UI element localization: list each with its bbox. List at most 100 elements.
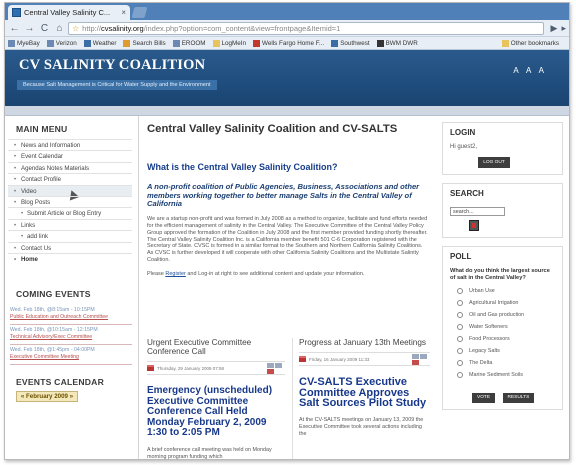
globe-icon [8, 39, 15, 47]
vote-button[interactable]: VOTE [472, 392, 496, 403]
bookmark-item[interactable]: Southwest [331, 39, 370, 47]
reload-button[interactable]: C [38, 22, 51, 35]
event-date: Wed. Feb 18th, @10:15am - 12:15PM [10, 327, 98, 334]
radio-button[interactable] [457, 299, 463, 306]
tab-close-icon[interactable]: × [121, 8, 126, 17]
results-button[interactable]: RESULTS [502, 392, 535, 403]
article-body: A brief conference call meeting was held… [147, 446, 272, 460]
coming-events-list: Wed. Feb 18th, @8:15am - 10:15PM Public … [5, 305, 138, 366]
radio-button[interactable] [457, 359, 463, 366]
menu-item-agendas[interactable]: Agendas Notes Materials [8, 161, 132, 174]
radio-button[interactable] [457, 323, 463, 330]
bookmark-item[interactable]: Weather [83, 39, 116, 47]
pdf-icon[interactable] [267, 369, 274, 374]
poll-option[interactable]: Agricultural Irrigation [450, 299, 556, 307]
event-link[interactable]: Technical Advisory/Exec Committee [10, 334, 132, 341]
font-size-controls[interactable]: A A A [513, 66, 547, 75]
print-icon[interactable] [267, 363, 274, 368]
event-link[interactable]: Executive Committee Meeting [10, 354, 132, 361]
radio-button[interactable] [457, 287, 463, 294]
bookmark-item[interactable]: LogMeIn [212, 39, 246, 47]
bookmarks-bar: MyeBay Verizon Weather Search Bills EROO… [5, 37, 569, 50]
right-sidebar: LOGIN Hi guest2, LOG OUT SEARCH search..… [442, 116, 563, 459]
event-item: Wed. Feb 18th, @1:45pm - 04:00PM Executi… [10, 345, 132, 366]
search-icon [123, 39, 131, 47]
bookmark-item[interactable]: Wells Fargo Home F... [253, 39, 324, 47]
section-heading: What is the Central Valley Salinity Coal… [147, 162, 338, 172]
address-toolbar: ← → C ⌂ ☆ http:// cvsalinity.org /index.… [5, 20, 569, 37]
article-title[interactable]: Urgent Executive Committee Conference Ca… [147, 338, 285, 356]
menu-item-event-calendar[interactable]: Event Calendar [8, 150, 132, 163]
browser-window: Central Valley Salinity C... × ← → C ⌂ ☆… [4, 2, 570, 460]
menu-item-contact-us[interactable]: Contact Us [8, 241, 132, 254]
site-title[interactable]: CV SALINITY COALITION [19, 57, 205, 74]
url-path: /index.php?option=com_content&view=front… [143, 23, 341, 33]
event-link[interactable]: Public Education and Outreach Committee [10, 314, 132, 321]
bookmark-star-icon[interactable]: ☆ [72, 23, 79, 34]
poll-option[interactable]: Urban Use [450, 287, 556, 295]
article-card: Progress at January 13th Meetings Friday… [292, 338, 430, 459]
folder-icon [212, 39, 220, 47]
menu-item-news[interactable]: News and Information [8, 139, 132, 151]
browser-tab[interactable]: Central Valley Salinity C... × [8, 5, 130, 20]
menu-item-home[interactable]: Home [8, 252, 132, 265]
poll-module: POLL What do you think the largest sourc… [442, 246, 563, 410]
article-title[interactable]: Progress at January 13th Meetings [299, 338, 430, 347]
article-meta: Friday, 16 January 2009 11:33 [299, 352, 430, 366]
page-title: Central Valley Salinity Coalition and CV… [147, 123, 398, 135]
bookmark-item[interactable]: Verizon [46, 39, 77, 47]
pdf-icon[interactable] [412, 360, 419, 365]
coming-events-title: COMING EVENTS [16, 289, 91, 300]
email-icon[interactable] [420, 354, 427, 359]
tools-menu-icon[interactable]: ▸ [561, 23, 566, 34]
article-meta: Thursday, 29 January 2009 07:58 [147, 361, 285, 375]
event-item: Wed. Feb 18th, @10:15am - 12:15PM Techni… [10, 325, 132, 346]
logout-button[interactable]: LOG OUT [478, 157, 510, 168]
menu-item-contact-profile[interactable]: Contact Profile [8, 173, 132, 186]
intro-paragraph: We are a startup non-profit and was form… [147, 215, 428, 264]
menu-item-submit-article[interactable]: Submit Article or Blog Entry [8, 207, 132, 220]
menu-item-blog-posts[interactable]: Blog Posts [8, 195, 132, 208]
menu-item-video[interactable]: Video [8, 184, 132, 201]
event-date: Wed. Feb 18th, @1:45pm - 04:00PM [10, 347, 95, 354]
poll-option[interactable]: Water Softeners [450, 323, 556, 331]
register-link[interactable]: Register [165, 271, 185, 277]
email-icon[interactable] [275, 363, 282, 368]
url-domain: cvsalinity.org [100, 23, 144, 33]
bookmark-item[interactable]: BWM DWR [376, 39, 418, 47]
poll-option[interactable]: Oil and Gas production [450, 311, 556, 319]
menu-item-links[interactable]: Links [8, 218, 132, 231]
main-content: Central Valley Salinity Coalition and CV… [147, 116, 430, 460]
search-input[interactable]: search... [450, 207, 505, 216]
bookmark-item[interactable]: EROOM [172, 39, 206, 47]
poll-option[interactable]: Marine Sediment Soils [450, 371, 556, 379]
radio-button[interactable] [457, 371, 463, 378]
home-button[interactable]: ⌂ [53, 22, 66, 35]
new-tab-button[interactable] [131, 7, 148, 18]
article-columns: Urgent Executive Committee Conference Ca… [147, 338, 430, 460]
print-icon[interactable] [412, 354, 419, 359]
poll-option[interactable]: The Delta [450, 359, 556, 367]
page-menu-icon[interactable]: ▶ [551, 23, 558, 34]
menu-item-add-link[interactable]: add link [8, 230, 132, 243]
poll-option[interactable]: Legacy Salts [450, 347, 556, 355]
calendar-month-nav[interactable]: « February 2009 » [16, 391, 78, 403]
radio-button[interactable] [457, 347, 463, 354]
plane-icon [331, 39, 339, 47]
search-module: SEARCH search... [442, 183, 563, 238]
radio-button[interactable] [457, 311, 463, 318]
url-field[interactable]: ☆ http:// cvsalinity.org /index.php?opti… [68, 21, 544, 35]
main-menu-title: MAIN MENU [16, 124, 68, 134]
poll-option[interactable]: Food Processors [450, 335, 556, 343]
article-headline: CV-SALTS Executive Committee Approves Sa… [299, 376, 427, 410]
bookmark-item[interactable]: Search Bills [123, 39, 166, 47]
weather-icon [83, 39, 91, 47]
radio-button[interactable] [457, 335, 463, 342]
other-bookmarks[interactable]: Other bookmarks [501, 39, 559, 47]
bookmark-item[interactable]: MyeBay [8, 39, 40, 47]
login-title: LOGIN [450, 128, 476, 137]
search-button[interactable] [469, 220, 479, 231]
login-greeting: Hi guest2, [450, 144, 478, 150]
forward-button[interactable]: → [23, 22, 36, 35]
back-button[interactable]: ← [8, 22, 21, 35]
